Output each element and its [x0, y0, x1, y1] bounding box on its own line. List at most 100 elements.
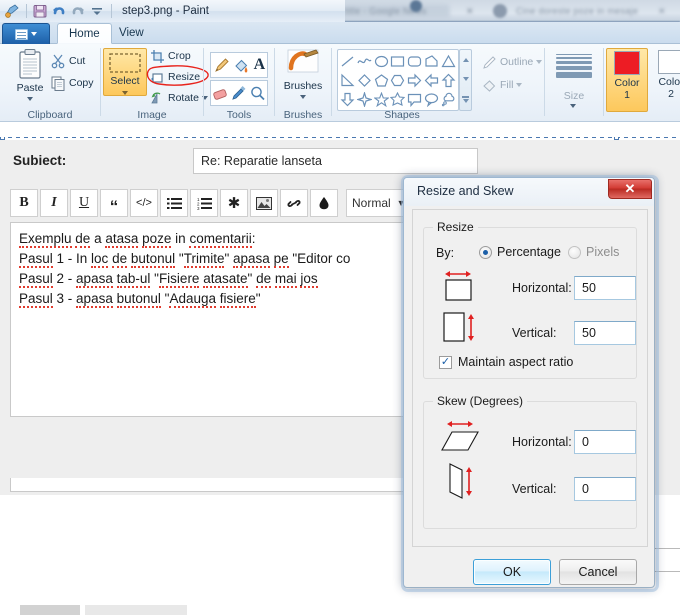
select-dropdown-icon[interactable] [122, 91, 128, 95]
maintain-aspect-ratio-checkbox[interactable]: ✓ Maintain aspect ratio [439, 355, 573, 369]
magnifier-icon[interactable] [249, 85, 266, 102]
left-arrow-shape-icon[interactable] [424, 73, 439, 88]
brushes-button[interactable]: Brushes [281, 48, 325, 99]
by-label: By: [436, 246, 455, 260]
shapes-gallery[interactable] [337, 49, 459, 111]
select-button[interactable]: Select [103, 48, 147, 96]
bulleted-list-button[interactable] [160, 189, 188, 217]
insert-image-button[interactable] [250, 189, 278, 217]
skew-horizontal-input[interactable]: 0 [574, 430, 636, 454]
rectangular-callout-shape-icon[interactable] [407, 92, 422, 107]
fill-label: Fill [500, 79, 514, 91]
save-icon[interactable] [31, 2, 49, 20]
bulleted-list-icon [166, 197, 182, 209]
paste-dropdown-icon[interactable] [27, 97, 33, 101]
file-menu-button[interactable] [2, 23, 50, 44]
spoiler-button[interactable]: ✱ [220, 189, 248, 217]
copy-button[interactable]: Copy [48, 74, 96, 92]
right-arrow-shape-icon[interactable] [407, 73, 422, 88]
line-shape-icon[interactable] [340, 54, 355, 69]
resize-legend: Resize [433, 220, 478, 234]
bold-button[interactable]: B [10, 189, 38, 217]
scroll-down-icon[interactable] [462, 76, 469, 81]
group-label-image: Image [137, 109, 167, 121]
paste-icon [19, 49, 41, 79]
polygon-shape-icon[interactable] [424, 54, 439, 69]
undo-icon[interactable] [50, 2, 68, 20]
six-point-star-shape-icon[interactable] [390, 92, 406, 107]
color-2-number: 2 [668, 88, 674, 100]
curve-shape-icon[interactable] [357, 54, 372, 69]
rotate-button[interactable]: Rotate [148, 89, 210, 107]
scroll-up-icon[interactable] [462, 57, 469, 62]
tab-home[interactable]: Home [57, 23, 112, 44]
brushes-dropdown-icon[interactable] [300, 95, 306, 99]
tab-view[interactable]: View [108, 23, 155, 44]
italic-button[interactable]: I [40, 189, 68, 217]
outline-dropdown-icon[interactable] [536, 60, 543, 64]
chevron-down-icon [31, 32, 37, 36]
image-icon [256, 196, 272, 210]
oval-callout-shape-icon[interactable] [424, 92, 439, 107]
four-point-star-shape-icon[interactable] [356, 92, 372, 107]
fill-dropdown-icon[interactable] [516, 83, 523, 87]
triangle-shape-icon[interactable] [441, 54, 456, 69]
up-arrow-shape-icon[interactable] [441, 73, 456, 88]
skew-vertical-input[interactable]: 0 [574, 477, 636, 501]
cloud-callout-shape-icon[interactable] [441, 92, 456, 107]
size-button[interactable] [556, 54, 592, 80]
pencil-icon[interactable] [213, 57, 230, 74]
expand-gallery-icon[interactable] [462, 95, 469, 103]
dialog-title-bar[interactable]: Resize and Skew ✕ [404, 178, 654, 206]
down-arrow-shape-icon[interactable] [340, 92, 355, 107]
cut-button[interactable]: Cut [48, 52, 87, 70]
pixels-radio[interactable]: Pixels [568, 245, 619, 259]
size-label: Size [563, 90, 585, 102]
hexagon-shape-icon[interactable] [390, 73, 405, 88]
vertical-skew-icon [449, 463, 472, 499]
format-select[interactable]: Normal ▼ [346, 189, 412, 217]
resize-horizontal-input[interactable]: 50 [574, 276, 636, 300]
size-dropdown-icon[interactable] [570, 104, 576, 108]
numbered-list-button[interactable]: 123 [190, 189, 218, 217]
quote-button[interactable]: “ [100, 189, 128, 217]
cancel-button[interactable]: Cancel [559, 559, 637, 585]
fill-button[interactable]: Fill [480, 76, 524, 94]
resize-vertical-input[interactable]: 50 [574, 321, 636, 345]
diamond-shape-icon[interactable] [357, 73, 372, 88]
ok-button[interactable]: OK [473, 559, 551, 585]
footer-button-1[interactable] [20, 605, 80, 615]
five-point-star-shape-icon[interactable] [373, 92, 389, 107]
redo-icon[interactable] [69, 2, 87, 20]
resize-horizontal-label: Horizontal: [512, 281, 572, 295]
color-2-button[interactable]: Color 2 [650, 48, 680, 112]
paste-button[interactable]: Paste [8, 48, 52, 101]
color-1-button[interactable]: Color 1 [606, 48, 648, 112]
text-icon[interactable]: A [254, 56, 266, 74]
outline-button[interactable]: Outline [480, 53, 544, 71]
format-select-value: Normal [352, 196, 391, 210]
percentage-label: Percentage [497, 245, 561, 259]
subject-input[interactable]: Re: Reparatie lanseta [193, 148, 478, 174]
rectangle-shape-icon[interactable] [390, 54, 405, 69]
underline-button[interactable]: U [70, 189, 98, 217]
ribbon-group-image: Select Crop Resize Rotate Image [101, 44, 209, 122]
resize-fieldset: Resize By: Percentage Pixels Horizontal:… [423, 220, 637, 379]
close-icon[interactable]: ✕ [608, 179, 652, 199]
color-picker-icon[interactable] [230, 85, 247, 102]
pentagon-shape-icon[interactable] [374, 73, 389, 88]
percentage-radio[interactable]: Percentage [479, 245, 561, 259]
insert-link-button[interactable] [280, 189, 308, 217]
customize-qat-icon[interactable] [88, 2, 106, 20]
footer-button-2[interactable] [85, 605, 187, 615]
rounded-rectangle-shape-icon[interactable] [407, 54, 422, 69]
code-button[interactable]: </> [130, 189, 158, 217]
eraser-icon[interactable] [212, 85, 229, 102]
fill-icon[interactable] [233, 57, 250, 74]
shapes-gallery-scrollbar[interactable] [459, 49, 472, 111]
paint-ribbon-body: Paste Cut Copy Clipboard Select Crop Res… [0, 44, 680, 122]
text-color-button[interactable] [310, 189, 338, 217]
right-triangle-shape-icon[interactable] [340, 73, 355, 88]
oval-shape-icon[interactable] [374, 54, 389, 69]
shapes-row-2 [339, 71, 457, 90]
